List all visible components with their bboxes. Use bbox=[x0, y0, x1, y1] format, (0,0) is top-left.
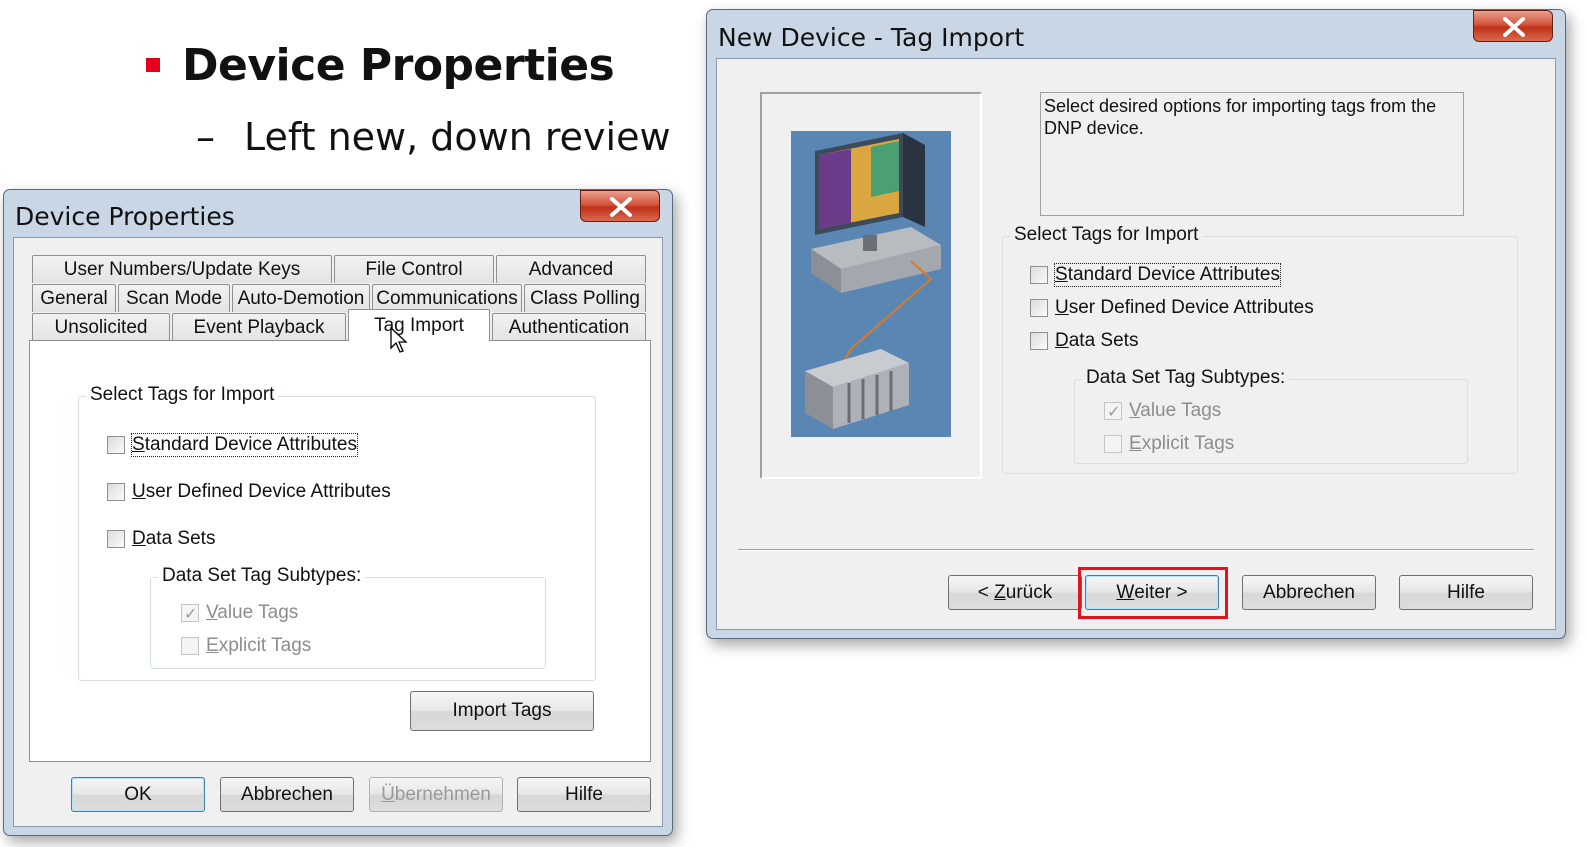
apply-button[interactable]: Übernehmen bbox=[369, 777, 503, 812]
select-tags-group-label: Select Tags for Import bbox=[86, 384, 279, 406]
checkbox-explicit-tags[interactable] bbox=[181, 637, 199, 655]
label-standard-device-attributes[interactable]: Standard Device Attributes bbox=[1054, 263, 1281, 287]
tab-user-numbers-update-keys[interactable]: User Numbers/Update Keys bbox=[32, 255, 332, 283]
tab-advanced[interactable]: Advanced bbox=[496, 255, 646, 283]
tab-scan-mode[interactable]: Scan Mode bbox=[118, 284, 230, 312]
device-properties-window: Device Properties User Numbers/Update Ke… bbox=[3, 189, 673, 836]
label-standard-device-attributes[interactable]: Standard Device Attributes bbox=[131, 433, 358, 457]
tab-auto-demotion[interactable]: Auto-Demotion bbox=[232, 284, 370, 312]
tab-general[interactable]: General bbox=[32, 284, 116, 312]
checkbox-user-defined-device-attributes[interactable] bbox=[1030, 299, 1048, 317]
new-device-tag-import-window: New Device - Tag Import Select desired o… bbox=[706, 9, 1566, 639]
checkbox-value-tags[interactable]: ✓ bbox=[1104, 402, 1122, 421]
checkbox-standard-device-attributes[interactable] bbox=[107, 436, 125, 454]
tab-file-control[interactable]: File Control bbox=[334, 255, 494, 283]
help-button[interactable]: Hilfe bbox=[1399, 575, 1533, 610]
label-user-defined-device-attributes[interactable]: User Defined Device Attributes bbox=[132, 481, 391, 503]
close-button[interactable] bbox=[580, 190, 660, 222]
checkbox-data-sets[interactable] bbox=[1030, 332, 1048, 350]
close-button[interactable] bbox=[1473, 10, 1553, 42]
label-data-sets[interactable]: Data Sets bbox=[132, 528, 215, 550]
slide-title: Device Properties bbox=[182, 40, 615, 91]
cancel-button[interactable]: Abbrechen bbox=[1242, 575, 1376, 610]
checkmark-icon: ✓ bbox=[1107, 402, 1121, 421]
label-explicit-tags[interactable]: Explicit Tags bbox=[206, 635, 311, 657]
checkbox-standard-device-attributes[interactable] bbox=[1030, 266, 1048, 284]
label-value-tags[interactable]: Value Tags bbox=[1129, 400, 1221, 422]
wizard-client-area: Select desired options for importing tag… bbox=[716, 58, 1556, 630]
label-value-tags[interactable]: Value Tags bbox=[206, 602, 298, 624]
cancel-button[interactable]: Abbrechen bbox=[220, 777, 354, 812]
data-set-tag-subtypes-label: Data Set Tag Subtypes: bbox=[1082, 367, 1290, 389]
tab-tag-import[interactable]: Tag Import bbox=[348, 309, 490, 341]
back-button[interactable]: < Zurück bbox=[948, 575, 1082, 610]
dialog-client-area: User Numbers/Update Keys File Control Ad… bbox=[13, 237, 663, 827]
computer-and-plc-illustration-icon bbox=[791, 131, 951, 437]
checkbox-value-tags[interactable]: ✓ bbox=[181, 604, 199, 623]
mouse-cursor-icon bbox=[390, 327, 408, 353]
tab-event-playback[interactable]: Event Playback bbox=[172, 313, 346, 341]
import-tags-button[interactable]: Import Tags bbox=[410, 691, 594, 731]
tab-unsolicited[interactable]: Unsolicited bbox=[32, 313, 170, 341]
tab-authentication[interactable]: Authentication bbox=[492, 313, 646, 341]
slide-subtitle: Left new, down review bbox=[244, 115, 671, 159]
select-tags-group-label: Select Tags for Import bbox=[1010, 224, 1203, 246]
checkbox-explicit-tags[interactable] bbox=[1104, 435, 1122, 453]
window-title: New Device - Tag Import bbox=[718, 23, 1025, 52]
help-button[interactable]: Hilfe bbox=[517, 777, 651, 812]
tab-panel-tag-import: Select Tags for Import Standard Device A… bbox=[29, 340, 651, 762]
label-user-defined-device-attributes[interactable]: User Defined Device Attributes bbox=[1055, 297, 1314, 319]
next-button-highlight bbox=[1078, 567, 1228, 619]
label-explicit-tags[interactable]: Explicit Tags bbox=[1129, 433, 1234, 455]
sub-bullet-dash: – bbox=[196, 115, 215, 159]
bullet-square-icon bbox=[146, 58, 160, 72]
close-icon bbox=[610, 197, 632, 217]
window-title: Device Properties bbox=[15, 202, 235, 231]
checkbox-user-defined-device-attributes[interactable] bbox=[107, 483, 125, 501]
close-icon bbox=[1503, 17, 1525, 37]
label-data-sets[interactable]: Data Sets bbox=[1055, 330, 1138, 352]
wizard-separator bbox=[738, 549, 1534, 551]
ok-button[interactable]: OK bbox=[71, 777, 205, 812]
tab-communications[interactable]: Communications bbox=[372, 284, 522, 312]
tab-class-polling[interactable]: Class Polling bbox=[524, 284, 646, 312]
checkbox-data-sets[interactable] bbox=[107, 530, 125, 548]
description-box: Select desired options for importing tag… bbox=[1040, 92, 1464, 216]
data-set-tag-subtypes-label: Data Set Tag Subtypes: bbox=[158, 565, 366, 587]
checkmark-icon: ✓ bbox=[184, 604, 198, 623]
